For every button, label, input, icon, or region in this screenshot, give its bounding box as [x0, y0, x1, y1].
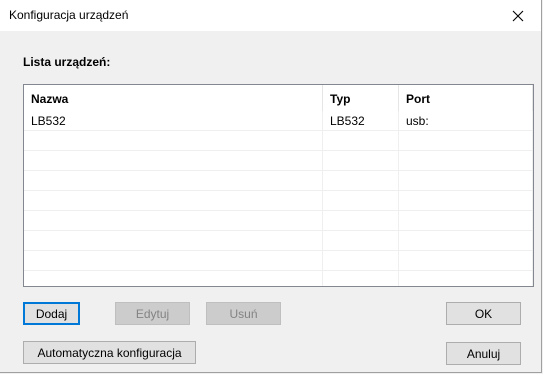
cancel-button[interactable]: Anuluj	[446, 342, 521, 365]
auto-config-button[interactable]: Automatyczna konfiguracja	[23, 341, 196, 364]
device-name: LB532	[24, 111, 323, 131]
add-button[interactable]: Dodaj	[23, 302, 80, 325]
table-row-empty	[24, 131, 533, 151]
table-row-empty	[24, 231, 533, 251]
column-header-port[interactable]: Port	[399, 85, 533, 111]
device-list-header: Nazwa Typ Port	[24, 85, 533, 111]
device-type: LB532	[323, 111, 399, 131]
ok-button[interactable]: OK	[446, 302, 521, 325]
device-port: usb:	[399, 111, 533, 131]
close-button[interactable]	[495, 0, 541, 31]
device-config-dialog: Konfiguracja urządzeń Lista urządzeń: Na…	[0, 0, 542, 373]
column-header-name[interactable]: Nazwa	[24, 85, 323, 111]
table-row[interactable]: LB532 LB532 usb:	[24, 111, 533, 131]
remove-button[interactable]: Usuń	[206, 302, 281, 325]
table-row-empty	[24, 191, 533, 211]
table-row-empty	[24, 171, 533, 191]
table-row-empty	[24, 271, 533, 286]
edit-button[interactable]: Edytuj	[115, 302, 190, 325]
table-row-empty	[24, 251, 533, 271]
device-list[interactable]: Nazwa Typ Port LB532 LB532 usb:	[23, 84, 534, 287]
column-header-type[interactable]: Typ	[323, 85, 399, 111]
close-icon	[512, 10, 524, 21]
device-list-rows: LB532 LB532 usb:	[24, 111, 533, 286]
device-list-label: Lista urządzeń:	[23, 55, 111, 69]
table-row-empty	[24, 211, 533, 231]
title-bar: Konfiguracja urządzeń	[0, 0, 541, 31]
window-title: Konfiguracja urządzeń	[9, 8, 129, 22]
table-row-empty	[24, 151, 533, 171]
